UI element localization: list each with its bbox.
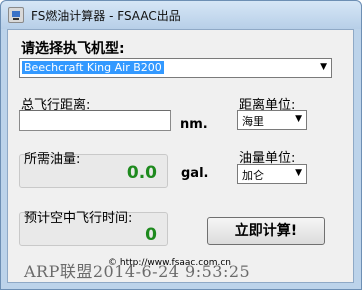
flight-time-label: 预计空中飞行时间: — [24, 211, 133, 226]
chevron-down-icon[interactable]: ▼ — [295, 168, 302, 178]
app-icon — [8, 7, 24, 23]
fuel-value: 0.0 — [126, 163, 157, 183]
fuel-unit-select[interactable]: 加仑 ▼ — [237, 164, 307, 184]
fuel-readout: 所需油量: 0.0 — [19, 152, 168, 188]
aircraft-label: 请选择执飞机型: — [21, 41, 125, 57]
flight-time-readout: 预计空中飞行时间: 0 — [19, 211, 168, 246]
aircraft-select[interactable]: Beechcraft King Air B200 ▼ — [19, 58, 332, 78]
distance-input[interactable] — [19, 110, 171, 131]
distance-unit-value: 海里 — [242, 115, 264, 128]
watermark-text: ARP联盟2014-6-24 9:53:25 — [24, 262, 251, 281]
fuel-label: 所需油量: — [24, 152, 81, 167]
title-bar[interactable]: FS燃油计算器 - FSAAC出品 — [1, 1, 361, 29]
calculate-button[interactable]: 立即计算! — [207, 217, 325, 245]
window-title: FS燃油计算器 - FSAAC出品 — [31, 9, 181, 23]
aircraft-selected-value: Beechcraft King Air B200 — [22, 61, 164, 74]
flight-time-value: 0 — [145, 225, 157, 245]
fuel-unit: gal. — [181, 166, 209, 181]
fuel-unit-value: 加仑 — [242, 169, 264, 182]
distance-unit-select[interactable]: 海里 ▼ — [237, 110, 307, 130]
chevron-down-icon[interactable]: ▼ — [320, 62, 327, 72]
distance-unit: nm. — [180, 117, 208, 132]
chevron-down-icon[interactable]: ▼ — [295, 114, 302, 124]
